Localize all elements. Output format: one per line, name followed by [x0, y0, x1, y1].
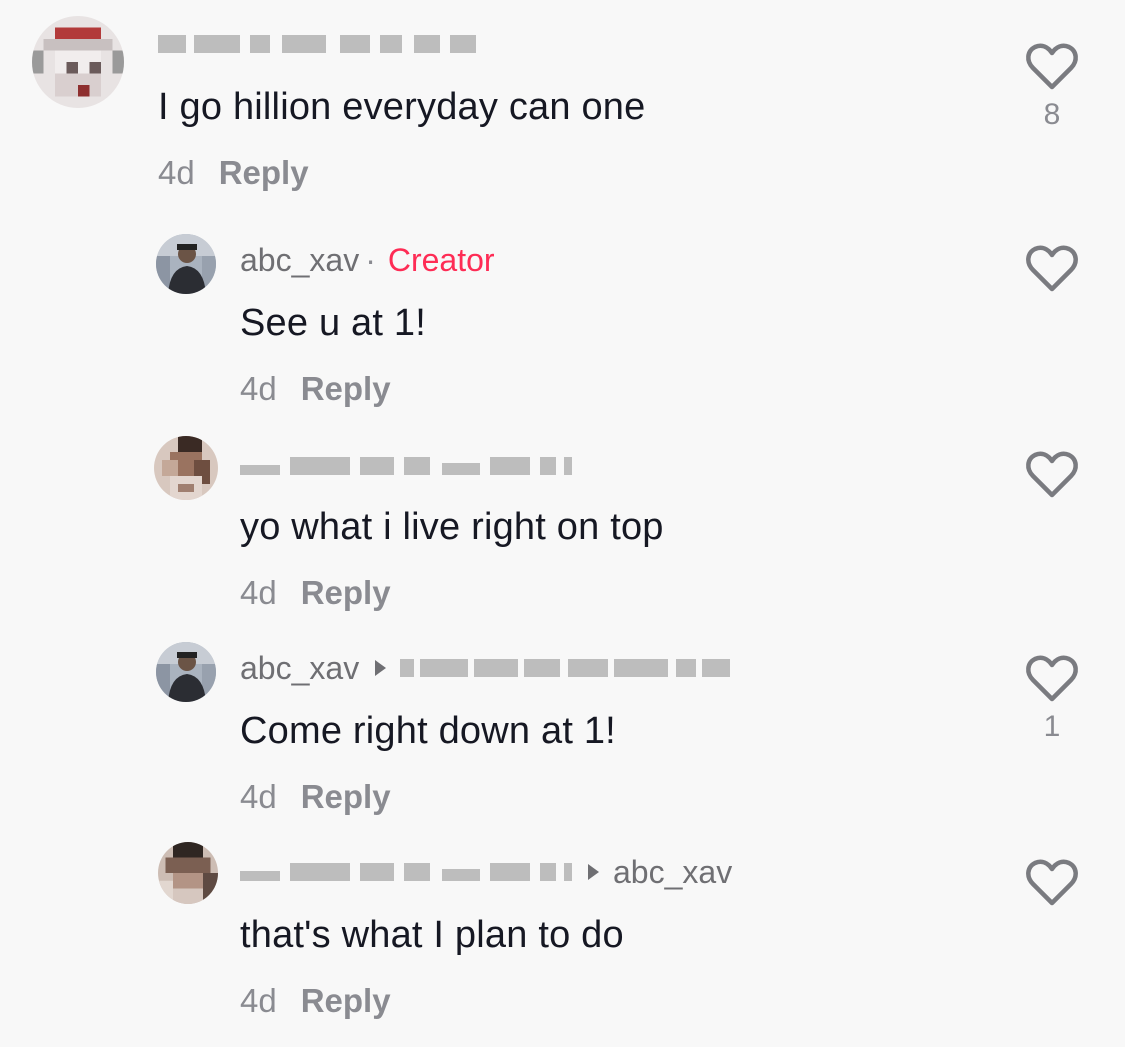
comment-time: 4d: [240, 370, 277, 407]
triangle-right-icon: [375, 660, 387, 676]
triangle-right-icon: [588, 864, 599, 880]
comment-time: 4d: [240, 574, 277, 611]
reply-button[interactable]: Reply: [301, 982, 391, 1019]
comment-meta: 4d Reply: [240, 370, 391, 408]
like-button[interactable]: [1024, 450, 1080, 506]
comment-username[interactable]: abc_xav · Creator: [240, 240, 495, 280]
creator-badge: Creator: [387, 241, 495, 278]
like-count: 8: [1043, 98, 1061, 131]
avatar[interactable]: [158, 842, 218, 904]
like-button[interactable]: [1024, 244, 1080, 300]
comment-text: I go hillion everyday can one: [158, 86, 646, 128]
comment-username-obscured[interactable]: [158, 24, 476, 64]
heart-outline-icon: [1026, 451, 1078, 498]
obscured-username: [158, 35, 476, 53]
like-button[interactable]: 1: [1024, 654, 1080, 744]
reply-to-username[interactable]: abc_xav: [613, 854, 732, 891]
obscured-username[interactable]: [240, 863, 572, 881]
reply-button[interactable]: Reply: [219, 154, 309, 191]
comment-time: 4d: [158, 154, 195, 191]
comment-username-obscured[interactable]: abc_xav: [240, 852, 732, 892]
comment-username-obscured[interactable]: [240, 446, 572, 486]
heart-outline-icon: [1026, 859, 1078, 906]
comment-text: that's what I plan to do: [240, 914, 624, 956]
heart-outline-icon: [1026, 245, 1078, 292]
like-button[interactable]: 8: [1024, 42, 1080, 132]
comment-time: 4d: [240, 778, 277, 815]
comment-meta: 4d Reply: [240, 982, 391, 1020]
reply-button[interactable]: Reply: [301, 574, 391, 611]
comment-username[interactable]: abc_xav: [240, 648, 731, 688]
comment-meta: 4d Reply: [240, 574, 391, 612]
username-link[interactable]: abc_xav: [240, 242, 359, 279]
heart-outline-icon: [1026, 43, 1078, 90]
avatar[interactable]: [154, 436, 218, 500]
comment-meta: 4d Reply: [240, 778, 391, 816]
username-link[interactable]: abc_xav: [240, 650, 359, 687]
reply-button[interactable]: Reply: [301, 778, 391, 815]
comment-time: 4d: [240, 982, 277, 1019]
separator-dot: ·: [365, 241, 376, 278]
comment-text: See u at 1!: [240, 302, 427, 344]
heart-outline-icon: [1026, 655, 1078, 702]
avatar[interactable]: [156, 642, 216, 702]
reply-button[interactable]: Reply: [301, 370, 391, 407]
like-button[interactable]: [1024, 858, 1080, 914]
avatar[interactable]: [32, 16, 124, 108]
obscured-username: [240, 457, 572, 475]
obscured-reply-to-username[interactable]: [400, 659, 731, 677]
like-count: 1: [1043, 710, 1061, 743]
avatar[interactable]: [156, 234, 216, 294]
comment-meta: 4d Reply: [158, 154, 309, 192]
comment-text: yo what i live right on top: [240, 506, 664, 548]
comment-text: Come right down at 1!: [240, 710, 616, 752]
